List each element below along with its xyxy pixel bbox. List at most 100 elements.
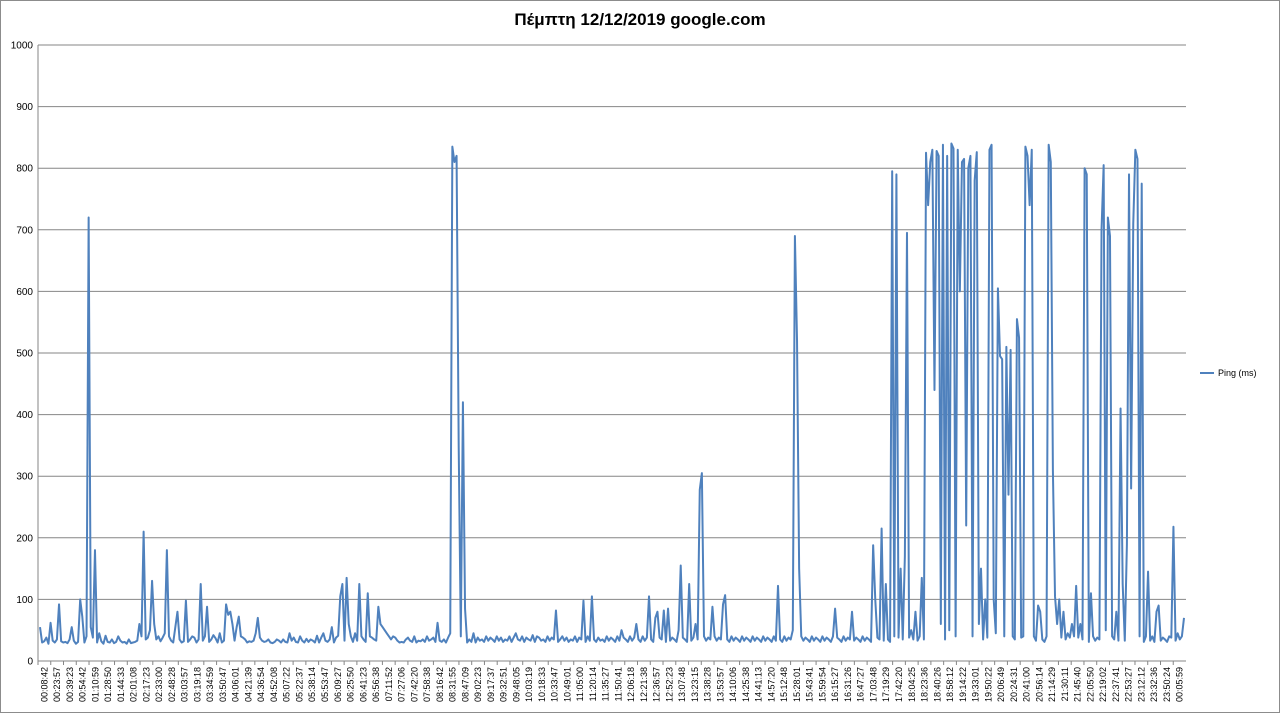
x-tick-label: 21:45:40 <box>1073 667 1083 702</box>
x-tick-label: 20:41:00 <box>1022 667 1032 702</box>
y-tick-label: 500 <box>16 349 33 360</box>
x-tick-label: 14:10:06 <box>728 667 738 702</box>
x-tick-label: 20:06:49 <box>996 667 1006 702</box>
x-tick-label: 17:19:29 <box>881 667 891 702</box>
x-tick-label: 14:57:20 <box>766 667 776 702</box>
x-tick-label: 21:14:29 <box>1047 667 1057 702</box>
x-tick-label: 12:52:23 <box>664 667 674 702</box>
x-tick-label: 02:01:08 <box>129 667 139 702</box>
x-tick-label: 21:30:11 <box>1060 667 1070 701</box>
x-tick-label: 00:39:23 <box>65 667 75 702</box>
x-tick-label: 07:27:06 <box>397 667 407 702</box>
x-tick-label: 08:47:09 <box>460 667 470 702</box>
x-tick-label: 03:34:59 <box>205 667 215 702</box>
x-tick-label: 04:52:08 <box>269 667 279 702</box>
x-tick-label: 01:10:59 <box>90 667 100 702</box>
x-tick-label: 18:04:25 <box>907 667 917 702</box>
x-tick-label: 11:50:41 <box>613 667 623 701</box>
line-chart: 0 100 200 300 400 500 600 700 800 900 1000 00:08:42… <box>11 41 1186 702</box>
x-tick-label: 19:50:22 <box>983 667 993 702</box>
x-tick-label: 02:48:28 <box>167 667 177 702</box>
x-tick-label: 10:49:01 <box>562 667 572 702</box>
x-tick-label: 13:53:57 <box>715 667 725 702</box>
x-tick-label: 22:05:50 <box>1085 667 1095 702</box>
x-tick-label: 01:44:33 <box>116 667 126 702</box>
x-tick-label: 08:31:55 <box>448 667 458 702</box>
x-tick-label: 05:07:22 <box>282 667 292 702</box>
x-tick-label: 09:17:37 <box>486 667 496 702</box>
legend: Ping (ms) <box>1200 366 1257 380</box>
x-tick-label: 02:33:00 <box>154 667 164 702</box>
x-tick-label: 22:19:02 <box>1098 667 1108 702</box>
x-tick-label: 23:32:36 <box>1149 667 1159 702</box>
legend-swatch <box>1200 372 1214 374</box>
y-tick-label: 700 <box>16 225 33 236</box>
x-tick-label: 04:21:39 <box>243 667 253 702</box>
x-tick-label: 09:32:51 <box>499 667 509 702</box>
series-line-0 <box>39 142 1185 645</box>
x-tick-label: 07:42:20 <box>409 667 419 702</box>
x-tick-label: 15:59:54 <box>817 667 827 702</box>
x-tick-label: 22:53:27 <box>1124 667 1134 702</box>
legend-label: Ping (ms) <box>1218 368 1257 378</box>
y-tick-label: 0 <box>27 657 33 668</box>
y-tick-label: 400 <box>16 410 33 421</box>
x-tick-label: 15:12:48 <box>779 667 789 702</box>
x-tick-label: 00:05:59 <box>1175 667 1185 702</box>
y-tick-label: 900 <box>16 102 33 113</box>
x-tick-label: 04:06:01 <box>231 667 241 702</box>
x-tick-label: 09:48:05 <box>511 667 521 702</box>
x-tick-label: 16:15:27 <box>830 667 840 702</box>
x-tick-label: 16:47:27 <box>856 667 866 702</box>
x-tick-label: 10:18:33 <box>537 667 547 702</box>
x-tick-label: 18:23:36 <box>920 667 930 702</box>
x-tick-label: 23:12:12 <box>1136 667 1146 702</box>
x-tick-label: 05:22:37 <box>294 667 304 702</box>
x-tick-label: 13:38:28 <box>703 667 713 702</box>
x-tick-label: 13:23:15 <box>690 667 700 702</box>
x-tick-label: 03:19:18 <box>192 667 202 702</box>
x-tick-label: 14:41:13 <box>754 667 764 702</box>
x-tick-label: 00:08:42 <box>39 667 49 702</box>
x-tick-label: 10:03:19 <box>524 667 534 702</box>
x-tick-label: 03:50:47 <box>218 667 228 702</box>
x-tick-label: 11:20:14 <box>588 667 598 701</box>
x-tick-label: 23:50:24 <box>1162 667 1172 702</box>
x-tick-label: 20:56:14 <box>1034 667 1044 702</box>
x-tick-label: 07:58:38 <box>422 667 432 702</box>
x-tick-label: 15:28:01 <box>792 667 802 702</box>
x-tick-label: 05:38:14 <box>307 667 317 702</box>
x-tick-label: 18:58:12 <box>945 667 955 702</box>
x-tick-label: 06:41:23 <box>358 667 368 702</box>
x-tick-label: 04:36:54 <box>256 667 266 702</box>
x-tick-label: 14:25:38 <box>741 667 751 702</box>
x-tick-label: 18:40:26 <box>932 667 942 702</box>
x-tick-label: 17:42:20 <box>894 667 904 702</box>
y-tick-label: 600 <box>16 287 33 298</box>
y-tick-label: 800 <box>16 164 33 175</box>
x-tick-label: 17:03:48 <box>868 667 878 702</box>
x-tick-label: 08:16:42 <box>435 667 445 702</box>
x-tick-label: 06:56:38 <box>371 667 381 702</box>
x-tick-label: 15:43:41 <box>805 667 815 702</box>
x-tick-label: 06:25:50 <box>346 667 356 702</box>
x-tick-label: 03:03:57 <box>180 667 190 702</box>
x-tick-label: 11:35:27 <box>601 667 611 701</box>
y-tick-label: 200 <box>16 533 33 544</box>
x-tick-label: 20:24:31 <box>1009 667 1019 702</box>
x-tick-label: 02:17:23 <box>141 667 151 702</box>
y-tick-label: 1000 <box>11 41 34 52</box>
x-tick-label: 16:31:26 <box>843 667 853 702</box>
x-tick-label: 09:02:23 <box>473 667 483 702</box>
x-tick-label: 05:53:47 <box>320 667 330 702</box>
y-tick-label: 100 <box>16 595 33 606</box>
x-tick-label: 12:36:57 <box>652 667 662 702</box>
x-tick-label: 22:37:41 <box>1111 667 1121 702</box>
x-tick-label: 10:33:47 <box>550 667 560 702</box>
x-tick-label: 00:23:57 <box>52 667 62 702</box>
x-tick-label: 12:06:18 <box>626 667 636 702</box>
x-tick-label: 07:11:52 <box>384 667 394 701</box>
y-tick-label: 300 <box>16 472 33 483</box>
x-tick-label: 19:33:01 <box>971 667 981 702</box>
x-tick-label: 00:54:42 <box>78 667 88 702</box>
